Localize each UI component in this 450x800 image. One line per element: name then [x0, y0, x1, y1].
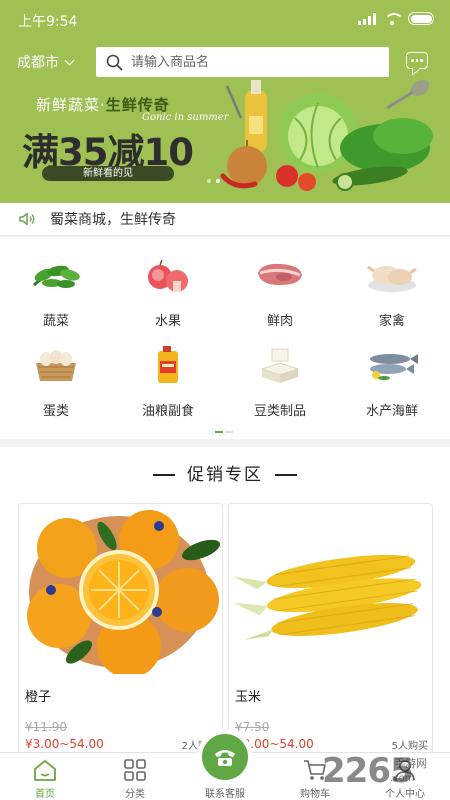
- product-price: ¥3.00~54.00: [25, 737, 104, 751]
- vegetables-illustration: [220, 80, 433, 191]
- category-oil-grain[interactable]: 油粮副食: [112, 327, 224, 419]
- poultry-icon: [367, 265, 417, 292]
- search-icon: [106, 54, 123, 70]
- product-sold-count: 5人购买: [391, 741, 428, 752]
- tab-label: 联系客服: [205, 789, 245, 800]
- fish-icon: [370, 354, 418, 380]
- cart-icon: [304, 760, 326, 780]
- category-label: 豆类制品: [253, 404, 306, 419]
- status-icons: [358, 12, 434, 25]
- section-title: 促销专区: [0, 460, 450, 485]
- category-tofu[interactable]: 豆类制品: [224, 327, 336, 419]
- notice-text: 蜀菜商城，生鲜传奇: [50, 212, 176, 228]
- corn-image: [233, 554, 422, 640]
- tab-label: 购物车: [300, 789, 330, 800]
- search-row: 成都市: [0, 46, 450, 78]
- phone-icon: [215, 750, 235, 766]
- category-poultry[interactable]: 家禽: [336, 237, 448, 329]
- wifi-icon: [384, 12, 404, 25]
- signal-icon: [358, 12, 376, 25]
- category-egg[interactable]: 蛋类: [0, 327, 112, 419]
- battery-icon: [408, 12, 434, 25]
- category-meat[interactable]: 鲜肉: [224, 237, 336, 329]
- home-icon: [34, 760, 56, 781]
- category-grid-icon: [124, 759, 146, 781]
- product-original-price: ¥7.50: [235, 720, 270, 734]
- tab-label: 个人中心: [385, 789, 425, 800]
- search-box[interactable]: [96, 47, 389, 77]
- category-grid: 蔬菜 水果 鲜肉 家禽 蛋类 油粮副食 豆类制品 水产海鲜: [0, 237, 450, 439]
- oil-icon: [158, 346, 178, 383]
- product-card[interactable]: 玉米 ¥7.50 ¥3.00~54.00 5人购买: [228, 503, 433, 755]
- egg-icon: [36, 350, 76, 381]
- category-vegetable[interactable]: 蔬菜: [0, 237, 112, 329]
- message-icon[interactable]: [406, 52, 428, 69]
- promo-banner[interactable]: 新鲜蔬菜·生鲜传奇 Gonic in summer 满35减10 新鲜看的见: [0, 78, 450, 203]
- tab-cart[interactable]: 购物车: [270, 753, 360, 800]
- tofu-icon: [260, 348, 300, 383]
- banner-pill: 新鲜看的见: [42, 166, 174, 181]
- status-time: 上午9:54: [18, 14, 78, 30]
- category-label: 油粮副食: [141, 404, 194, 419]
- tab-home[interactable]: 首页: [0, 753, 90, 800]
- header-area: 上午9:54 成都市 新鲜蔬菜·生鲜传奇 Gonic in summer 满35…: [0, 0, 450, 203]
- promo-section: 促销专区 橙子 ¥11.90 ¥3.00~54.00 2人购买: [0, 447, 450, 755]
- tab-category[interactable]: 分类: [90, 753, 180, 800]
- tab-label: 首页: [35, 789, 55, 800]
- product-name: 橙子: [25, 690, 52, 705]
- orange-image: [27, 510, 220, 674]
- category-label: 蛋类: [42, 404, 69, 419]
- category-fruit[interactable]: 水果: [112, 237, 224, 329]
- speaker-icon: [19, 212, 35, 226]
- fruit-icon: [148, 259, 188, 292]
- tab-profile[interactable]: 个人中心: [360, 753, 450, 800]
- contact-service-button[interactable]: [197, 729, 253, 785]
- vegetable-icon: [32, 265, 80, 288]
- chevron-down-icon: [64, 55, 75, 65]
- category-page-indicator: [215, 431, 233, 433]
- meat-icon: [258, 263, 302, 285]
- city-label: 成都市: [17, 55, 59, 71]
- category-seafood[interactable]: 水产海鲜: [336, 327, 448, 419]
- tab-label: 分类: [125, 789, 145, 800]
- user-icon: [395, 760, 415, 781]
- product-original-price: ¥11.90: [25, 720, 67, 734]
- search-input[interactable]: [131, 54, 361, 70]
- status-bar: 上午9:54: [0, 0, 450, 40]
- notice-bar[interactable]: 蜀菜商城，生鲜传奇: [0, 203, 450, 236]
- category-label: 水产海鲜: [365, 404, 418, 419]
- city-selector[interactable]: 成都市: [17, 52, 75, 72]
- product-name: 玉米: [235, 690, 262, 705]
- product-card[interactable]: 橙子 ¥11.90 ¥3.00~54.00 2人购买: [18, 503, 223, 755]
